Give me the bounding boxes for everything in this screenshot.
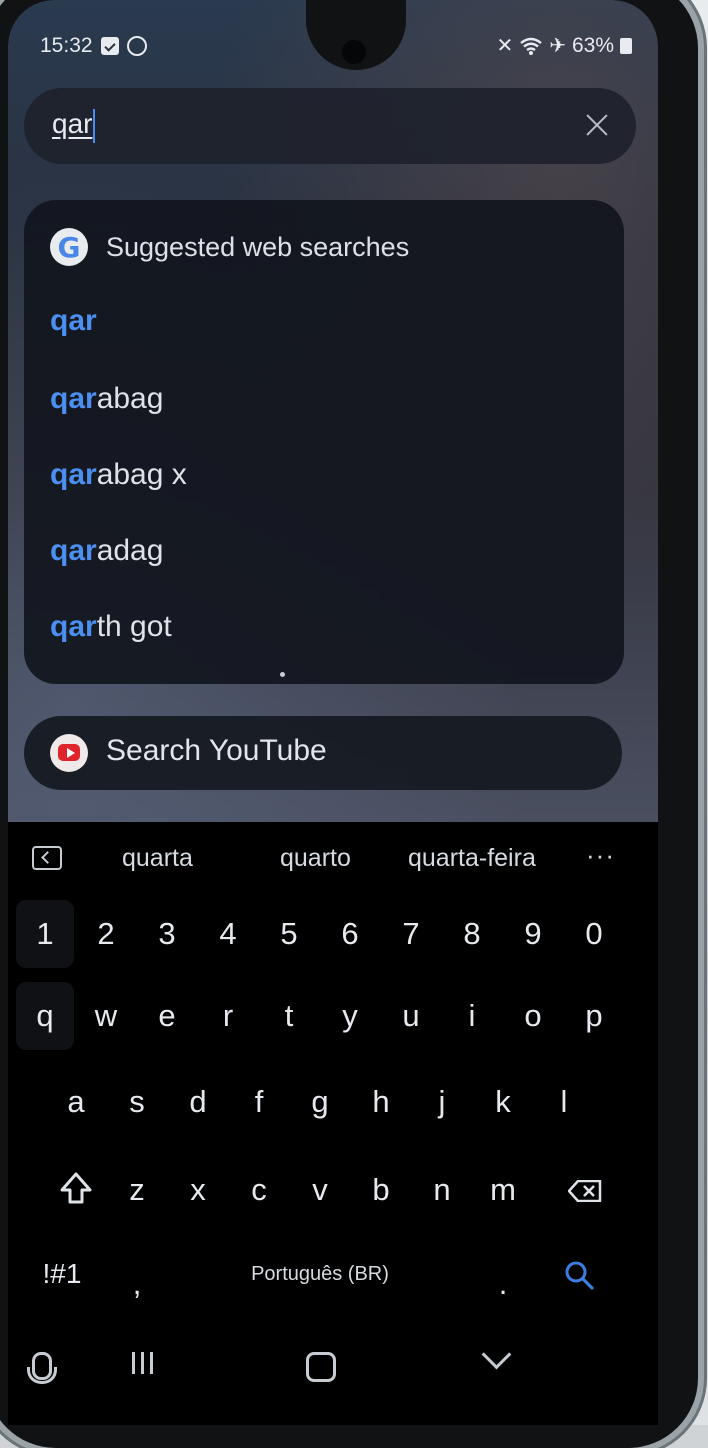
text-caret [93, 108, 96, 143]
hide-keyboard-icon[interactable] [481, 1339, 512, 1370]
app-area: 15:32 ✕ ✈ 63% qar G Suggested web search… [8, 0, 658, 822]
circle-icon [126, 36, 147, 56]
suggestion-item[interactable]: qaradag [50, 534, 163, 568]
prediction-item[interactable]: quarta-feira [408, 844, 536, 873]
key[interactable]: g [291, 1068, 349, 1136]
screen: 15:32 ✕ ✈ 63% qar G Suggested web search… [8, 0, 658, 1425]
key[interactable]: y [321, 982, 379, 1050]
key[interactable]: s [108, 1068, 166, 1136]
key[interactable]: x [169, 1156, 227, 1224]
prediction-bar: quarta quarto quarta-feira ··· [8, 822, 658, 892]
suggestions-header: G Suggested web searches [50, 228, 409, 266]
suggestion-rest: adag [96, 534, 164, 567]
shift-icon[interactable] [56, 1168, 96, 1208]
phone-frame: 15:32 ✕ ✈ 63% qar G Suggested web search… [0, 0, 698, 1448]
battery-percent: 63% [571, 34, 614, 57]
key[interactable]: m [474, 1156, 532, 1224]
search-icon[interactable] [564, 1260, 594, 1290]
key[interactable]: z [108, 1156, 166, 1224]
key[interactable]: 5 [260, 900, 318, 968]
suggestion-match: qar [50, 382, 97, 415]
key[interactable]: 3 [138, 900, 196, 968]
close-icon[interactable] [582, 110, 612, 140]
key[interactable]: j [413, 1068, 471, 1136]
backspace-icon[interactable] [568, 1180, 602, 1202]
key[interactable]: l [535, 1068, 593, 1136]
collapse-toolbar-icon[interactable] [32, 846, 62, 870]
more-options-icon[interactable]: ··· [586, 840, 615, 871]
suggestion-item[interactable]: qar [50, 304, 97, 338]
search-youtube-label: Search YouTube [106, 734, 327, 767]
status-time: 15:32 [40, 34, 93, 57]
microphone-icon[interactable] [27, 1352, 57, 1384]
suggestion-match: qar [50, 534, 97, 567]
key[interactable]: a [47, 1068, 105, 1136]
suggestion-match: qar [50, 610, 97, 643]
key[interactable]: v [291, 1156, 349, 1224]
keyboard: quarta quarto quarta-feira ··· 1 2 3 4 5… [8, 822, 658, 1425]
check-box-icon [100, 37, 119, 55]
key[interactable]: w [77, 982, 135, 1050]
key[interactable]: d [169, 1068, 227, 1136]
navigation-bar [8, 1332, 658, 1402]
suggestions-card: G Suggested web searches qar qarabag qar… [24, 200, 624, 684]
space-key[interactable]: Português (BR) [178, 1240, 462, 1308]
scroll-indicator [280, 672, 285, 677]
key[interactable]: 0 [565, 900, 623, 968]
key[interactable]: c [230, 1156, 288, 1224]
symbols-key[interactable]: !#1 [30, 1240, 94, 1308]
key[interactable]: n [413, 1156, 471, 1224]
suggestion-rest: th got [96, 610, 172, 643]
key[interactable]: e [138, 982, 196, 1050]
key[interactable]: q [16, 982, 74, 1050]
search-input[interactable]: qar [52, 108, 96, 143]
key[interactable]: k [474, 1068, 532, 1136]
key[interactable]: f [230, 1068, 288, 1136]
youtube-icon [50, 734, 88, 772]
home-icon[interactable] [306, 1352, 336, 1382]
google-icon: G [50, 228, 88, 266]
search-query: qar [52, 108, 93, 139]
key[interactable]: 4 [199, 900, 257, 968]
status-bar: 15:32 ✕ ✈ 63% [8, 34, 658, 64]
search-bar[interactable]: qar [24, 88, 636, 164]
suggestion-item[interactable]: qarabag x [50, 458, 187, 492]
search-youtube-button[interactable]: Search YouTube [24, 716, 622, 790]
prediction-item[interactable]: quarta [122, 844, 193, 873]
key[interactable]: 6 [321, 900, 379, 968]
key[interactable]: h [352, 1068, 410, 1136]
key[interactable]: i [443, 982, 501, 1050]
recent-apps-icon[interactable] [132, 1352, 160, 1376]
prediction-item[interactable]: quarto [280, 844, 351, 873]
suggestions-title: Suggested web searches [106, 231, 410, 262]
suggestion-match: qar [50, 304, 97, 337]
key[interactable]: b [352, 1156, 410, 1224]
comma-key[interactable]: , [108, 1250, 166, 1318]
period-key[interactable]: . [474, 1250, 532, 1318]
key[interactable]: 7 [382, 900, 440, 968]
key[interactable]: r [199, 982, 257, 1050]
key[interactable]: 2 [77, 900, 135, 968]
suggestion-item[interactable]: qarth got [50, 610, 172, 644]
key[interactable]: o [504, 982, 562, 1050]
key[interactable]: 1 [16, 900, 74, 968]
suggestion-item[interactable]: qarabag [50, 382, 163, 416]
key[interactable]: u [382, 982, 440, 1050]
suggestion-rest: abag x [96, 458, 187, 491]
airplane-icon: ✈ [549, 35, 566, 57]
suggestion-match: qar [50, 458, 97, 491]
wifi-icon [520, 37, 542, 55]
key[interactable]: 9 [504, 900, 562, 968]
key[interactable]: t [260, 982, 318, 1050]
key[interactable]: 8 [443, 900, 501, 968]
suggestion-rest: abag [96, 382, 164, 415]
key[interactable]: p [565, 982, 623, 1050]
battery-icon [620, 38, 632, 54]
mute-icon: ✕ [496, 35, 514, 57]
